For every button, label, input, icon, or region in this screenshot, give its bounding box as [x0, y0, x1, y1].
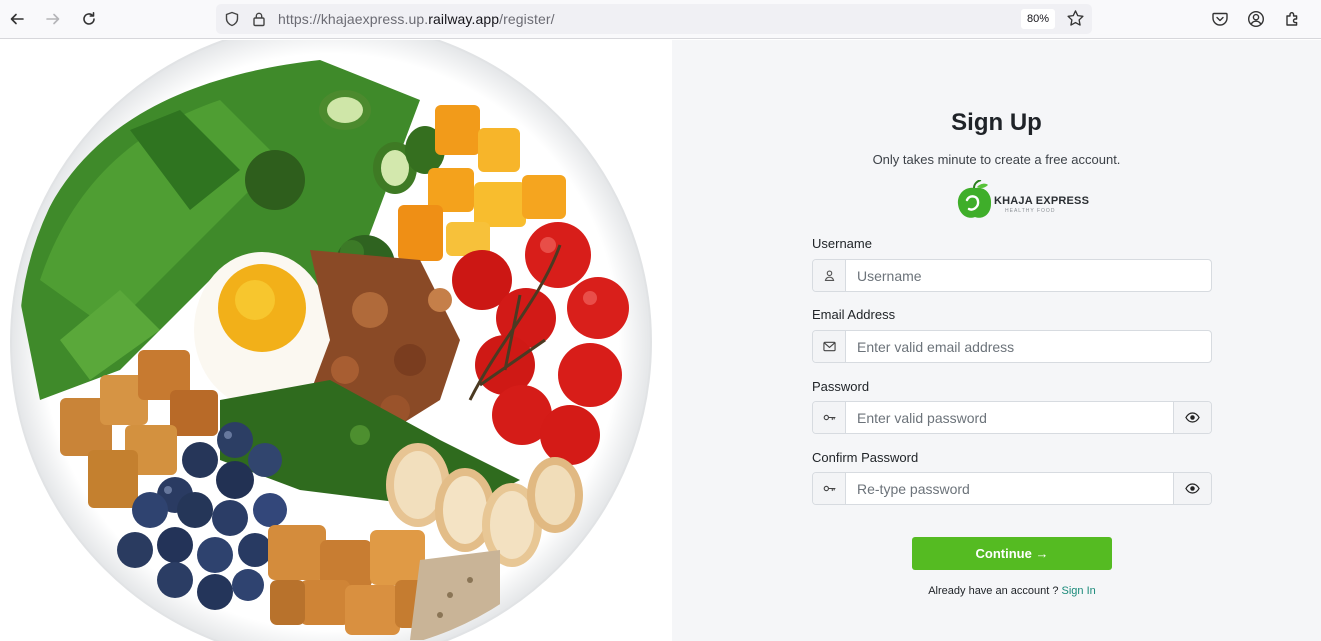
brand-tagline: HEALTHY FOOD — [1005, 208, 1056, 214]
lock-icon[interactable] — [251, 11, 267, 27]
confirm-password-input[interactable] — [846, 473, 1174, 504]
eye-icon — [1185, 412, 1200, 423]
pocket-icon[interactable] — [1211, 10, 1229, 28]
key-icon — [823, 414, 836, 421]
username-label: Username — [812, 236, 872, 251]
key-icon — [823, 485, 836, 492]
email-field — [812, 330, 1212, 363]
brand-name: KHAJA EXPRESS — [994, 195, 1090, 207]
page-title: Sign Up — [951, 109, 1042, 136]
password-prefix — [813, 402, 846, 433]
envelope-icon — [822, 341, 836, 352]
username-prefix — [813, 260, 846, 291]
reload-button[interactable] — [76, 6, 102, 32]
url-path: /register/ — [499, 11, 555, 27]
confirm-password-field — [812, 472, 1212, 505]
back-arrow-icon — [10, 13, 24, 25]
shield-icon[interactable] — [224, 11, 240, 27]
url-bar[interactable]: https://khajaexpress.up.railway.app/regi… — [216, 4, 1092, 34]
eye-icon — [1185, 483, 1200, 494]
account-prompt-text: Already have an account ? — [928, 585, 1062, 597]
extensions-icon[interactable] — [1283, 10, 1301, 28]
password-input[interactable] — [846, 402, 1174, 433]
username-field — [812, 259, 1212, 292]
user-icon — [824, 270, 834, 281]
url-text[interactable]: https://khajaexpress.up.railway.app/regi… — [278, 11, 555, 27]
username-input[interactable] — [846, 260, 1211, 291]
forward-arrow-icon — [46, 13, 60, 25]
confirm-password-label: Confirm Password — [812, 450, 919, 465]
password-label: Password — [812, 379, 870, 394]
confirm-password-prefix — [813, 473, 846, 504]
email-input[interactable] — [846, 331, 1211, 362]
account-icon[interactable] — [1247, 10, 1265, 28]
signin-prompt: Already have an account ? Sign In — [672, 585, 1321, 597]
back-button[interactable] — [4, 6, 30, 32]
password-visibility-toggle[interactable] — [1173, 402, 1211, 433]
signup-panel: Sign Up Only takes minute to create a fr… — [672, 40, 1321, 641]
confirm-password-visibility-toggle[interactable] — [1173, 473, 1211, 504]
forward-button[interactable] — [40, 6, 66, 32]
reload-icon — [83, 12, 95, 25]
page-subtitle: Only takes minute to create a free accou… — [872, 152, 1121, 167]
signin-link[interactable]: Sign In — [1062, 585, 1096, 597]
food-bowl-illustration — [10, 40, 652, 641]
zoom-indicator[interactable]: 80% — [1021, 9, 1056, 29]
star-icon[interactable] — [1066, 9, 1085, 28]
continue-button[interactable]: Continue → — [912, 537, 1112, 570]
url-prefix: https://khajaexpress.up. — [278, 11, 429, 27]
url-host: railway.app — [428, 11, 500, 27]
password-field — [812, 401, 1212, 434]
email-prefix — [813, 331, 846, 362]
food-bowl-image — [0, 40, 672, 641]
email-label: Email Address — [812, 307, 896, 322]
browser-toolbar: https://khajaexpress.up.railway.app/regi… — [0, 0, 1321, 39]
